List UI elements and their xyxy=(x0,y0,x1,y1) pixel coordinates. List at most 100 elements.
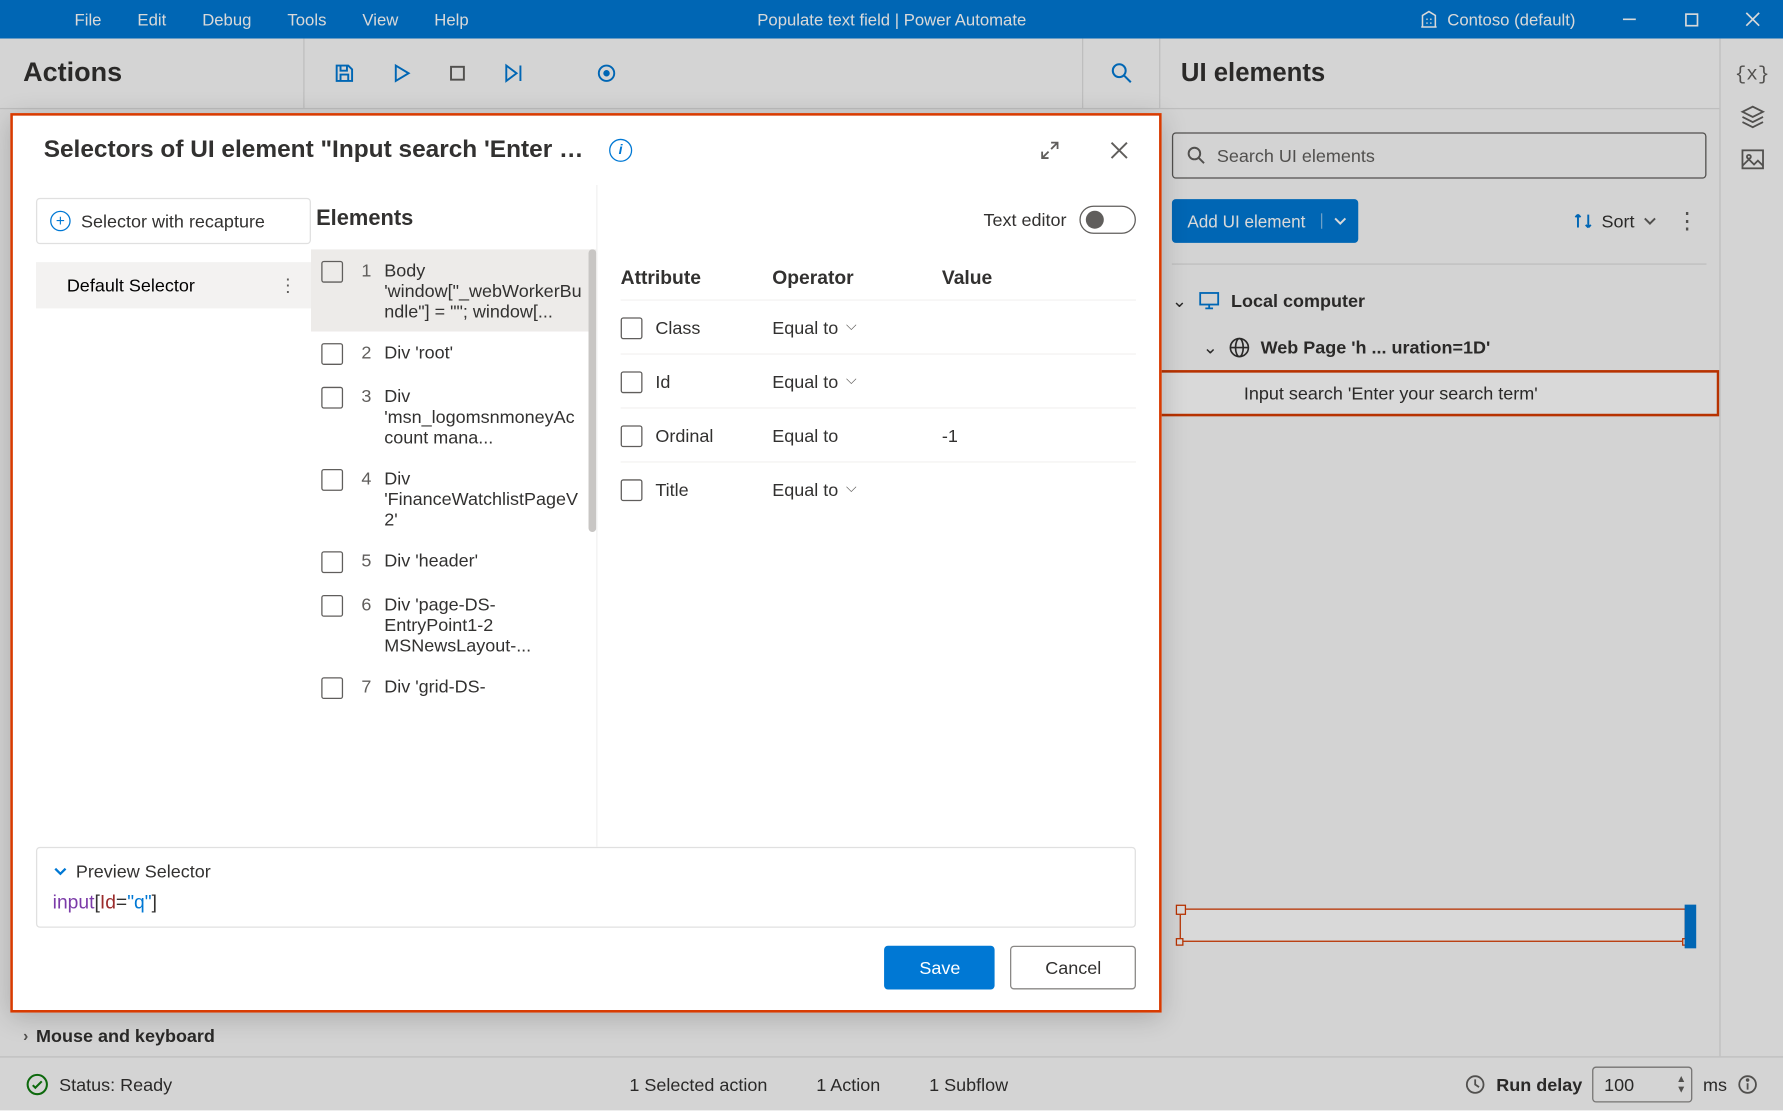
element-row[interactable]: 1 Body 'window["_webWorkerBundle"] = "";… xyxy=(311,249,596,331)
element-text: Div 'page-DS-EntryPoint1-2 MSNewsLayout-… xyxy=(384,594,583,656)
operator-select[interactable]: Equal to⌵ xyxy=(772,317,942,338)
computer-icon xyxy=(1198,289,1221,312)
save-icon[interactable] xyxy=(323,51,367,95)
ms-label: ms xyxy=(1703,1074,1727,1095)
scrollbar[interactable] xyxy=(589,249,597,532)
chevron-down-icon xyxy=(1642,213,1657,228)
chevron-down-icon: ⌄ xyxy=(1203,336,1218,358)
element-row[interactable]: 5 Div 'header' xyxy=(311,540,596,584)
run-delay-label: Run delay xyxy=(1496,1074,1582,1095)
search-placeholder: Search UI elements xyxy=(1217,145,1375,166)
sidebar-group-mouse-keyboard[interactable]: › Mouse and keyboard xyxy=(23,1025,215,1046)
ui-elements-rail-icon[interactable] xyxy=(1739,104,1765,130)
checkbox[interactable] xyxy=(321,261,343,283)
element-row[interactable]: 3 Div 'msn_logomsnmoneyAccount mana... xyxy=(311,375,596,457)
add-ui-element-button[interactable]: Add UI element xyxy=(1172,199,1358,243)
tree-selected-element[interactable]: Input search 'Enter your search term' xyxy=(1159,370,1719,416)
tree-label: Local computer xyxy=(1231,290,1365,311)
add-ui-element-dropdown[interactable] xyxy=(1321,213,1358,228)
attr-row[interactable]: Class Equal to⌵ xyxy=(621,299,1136,353)
checkbox[interactable] xyxy=(321,469,343,491)
checkbox[interactable] xyxy=(321,551,343,573)
attr-row[interactable]: Ordinal Equal to -1 xyxy=(621,407,1136,461)
close-dialog-icon[interactable] xyxy=(1110,141,1128,159)
recapture-label: Selector with recapture xyxy=(81,211,265,232)
element-text: Div 'grid-DS- xyxy=(384,676,583,699)
variables-icon[interactable]: {x} xyxy=(1735,64,1770,86)
search-ui-elements-input[interactable]: Search UI elements xyxy=(1172,132,1707,178)
more-icon[interactable]: ⋮ xyxy=(1668,208,1707,235)
checkbox[interactable] xyxy=(321,343,343,365)
run-delay-input[interactable]: 100 ▲▼ xyxy=(1593,1066,1693,1102)
minimize-button[interactable] xyxy=(1599,0,1661,39)
save-button[interactable]: Save xyxy=(885,946,995,990)
menu-help[interactable]: Help xyxy=(416,10,486,29)
checkbox[interactable] xyxy=(621,371,643,393)
element-index: 3 xyxy=(356,386,371,448)
status-bar: Status: Ready 1 Selected action 1 Action… xyxy=(0,1056,1783,1110)
spin-arrows[interactable]: ▲▼ xyxy=(1676,1074,1686,1095)
clock-icon xyxy=(1465,1074,1486,1095)
selectors-dialog: Selectors of UI element "Input search 'E… xyxy=(10,113,1161,1012)
tree-local-computer[interactable]: ⌄ Local computer xyxy=(1159,278,1719,324)
operator-select[interactable]: Equal to⌵ xyxy=(772,371,942,392)
selector-with-recapture-button[interactable]: + Selector with recapture xyxy=(36,198,311,244)
building-icon xyxy=(1419,9,1440,30)
step-icon[interactable] xyxy=(492,51,536,95)
chevron-down-icon: ⌄ xyxy=(1172,290,1187,312)
element-row[interactable]: 6 Div 'page-DS-EntryPoint1-2 MSNewsLayou… xyxy=(311,583,596,665)
element-index: 2 xyxy=(356,342,371,365)
checkbox[interactable] xyxy=(321,595,343,617)
operator-select[interactable]: Equal to xyxy=(772,425,942,446)
menu-tools[interactable]: Tools xyxy=(269,10,344,29)
attr-row[interactable]: Title Equal to⌵ xyxy=(621,461,1136,515)
default-selector-item[interactable]: Default Selector ⋮ xyxy=(36,262,311,308)
element-row[interactable]: 7 Div 'grid-DS- xyxy=(311,666,596,710)
more-icon[interactable]: ⋮ xyxy=(279,274,298,296)
images-icon[interactable] xyxy=(1739,148,1765,171)
status-action: 1 Action xyxy=(816,1074,880,1095)
run-icon[interactable] xyxy=(379,51,423,95)
attr-row[interactable]: Id Equal to⌵ xyxy=(621,353,1136,407)
chevron-down-icon xyxy=(53,864,68,879)
operator-label: Equal to xyxy=(772,425,838,446)
element-index: 4 xyxy=(356,468,371,530)
preview-selector-box: Preview Selector input[Id="q"] xyxy=(36,847,1136,928)
preview-selector-toggle[interactable]: Preview Selector xyxy=(53,861,1120,882)
info-icon[interactable]: i xyxy=(609,139,632,162)
info-icon[interactable] xyxy=(1737,1074,1758,1095)
element-index: 5 xyxy=(356,550,371,573)
text-editor-toggle[interactable] xyxy=(1079,206,1136,234)
tenant-picker[interactable]: Contoso (default) xyxy=(1396,9,1599,30)
attr-name: Title xyxy=(655,479,688,500)
operator-label: Equal to xyxy=(772,479,838,500)
checkbox[interactable] xyxy=(321,387,343,409)
app-titlebar: File Edit Debug Tools View Help Populate… xyxy=(0,0,1783,39)
stop-icon[interactable] xyxy=(436,51,480,95)
preview-label: Preview Selector xyxy=(76,861,211,882)
menu-edit[interactable]: Edit xyxy=(119,10,184,29)
element-row[interactable]: 2 Div 'root' xyxy=(311,332,596,376)
operator-select[interactable]: Equal to⌵ xyxy=(772,479,942,500)
checkbox[interactable] xyxy=(321,677,343,699)
cancel-button[interactable]: Cancel xyxy=(1011,946,1136,990)
menu-file[interactable]: File xyxy=(57,10,120,29)
sort-button[interactable]: Sort xyxy=(1573,211,1657,232)
element-row[interactable]: 4 Div 'FinanceWatchlistPageV2' xyxy=(311,457,596,539)
menu-view[interactable]: View xyxy=(344,10,416,29)
menu-debug[interactable]: Debug xyxy=(184,10,269,29)
tree-web-page[interactable]: ⌄ Web Page 'h ... uration=1D' xyxy=(1159,324,1719,370)
search-flow-icon[interactable] xyxy=(1082,39,1159,108)
checkbox[interactable] xyxy=(621,317,643,339)
element-index: 1 xyxy=(356,260,371,322)
checkbox[interactable] xyxy=(621,425,643,447)
maximize-button[interactable] xyxy=(1660,0,1722,39)
record-icon[interactable] xyxy=(585,51,629,95)
checkbox[interactable] xyxy=(621,479,643,501)
text-editor-label: Text editor xyxy=(984,209,1067,230)
close-button[interactable] xyxy=(1722,0,1783,39)
attr-name: Class xyxy=(655,317,700,338)
expand-icon[interactable] xyxy=(1041,141,1059,159)
run-delay-value: 100 xyxy=(1604,1074,1634,1095)
add-ui-element-label: Add UI element xyxy=(1172,211,1321,230)
